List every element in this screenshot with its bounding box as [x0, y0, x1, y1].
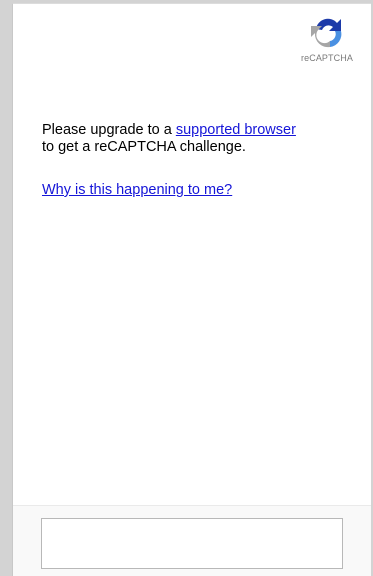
upgrade-message-suffix: to get a reCAPTCHA challenge. [42, 139, 246, 155]
recaptcha-logo[interactable]: reCAPTCHA [297, 14, 357, 63]
upgrade-message-prefix: Please upgrade to a [42, 122, 176, 138]
supported-browser-link[interactable]: supported browser [176, 122, 296, 138]
recaptcha-frame: reCAPTCHA Please upgrade to a supported … [12, 3, 371, 576]
upgrade-message: Please upgrade to a supported browser to… [42, 122, 352, 156]
recaptcha-logo-icon [311, 18, 342, 48]
recaptcha-logo-label: reCAPTCHA [301, 53, 353, 63]
footer-bar [13, 505, 371, 576]
response-input[interactable] [41, 518, 343, 569]
why-is-this-happening-link[interactable]: Why is this happening to me? [42, 182, 232, 199]
